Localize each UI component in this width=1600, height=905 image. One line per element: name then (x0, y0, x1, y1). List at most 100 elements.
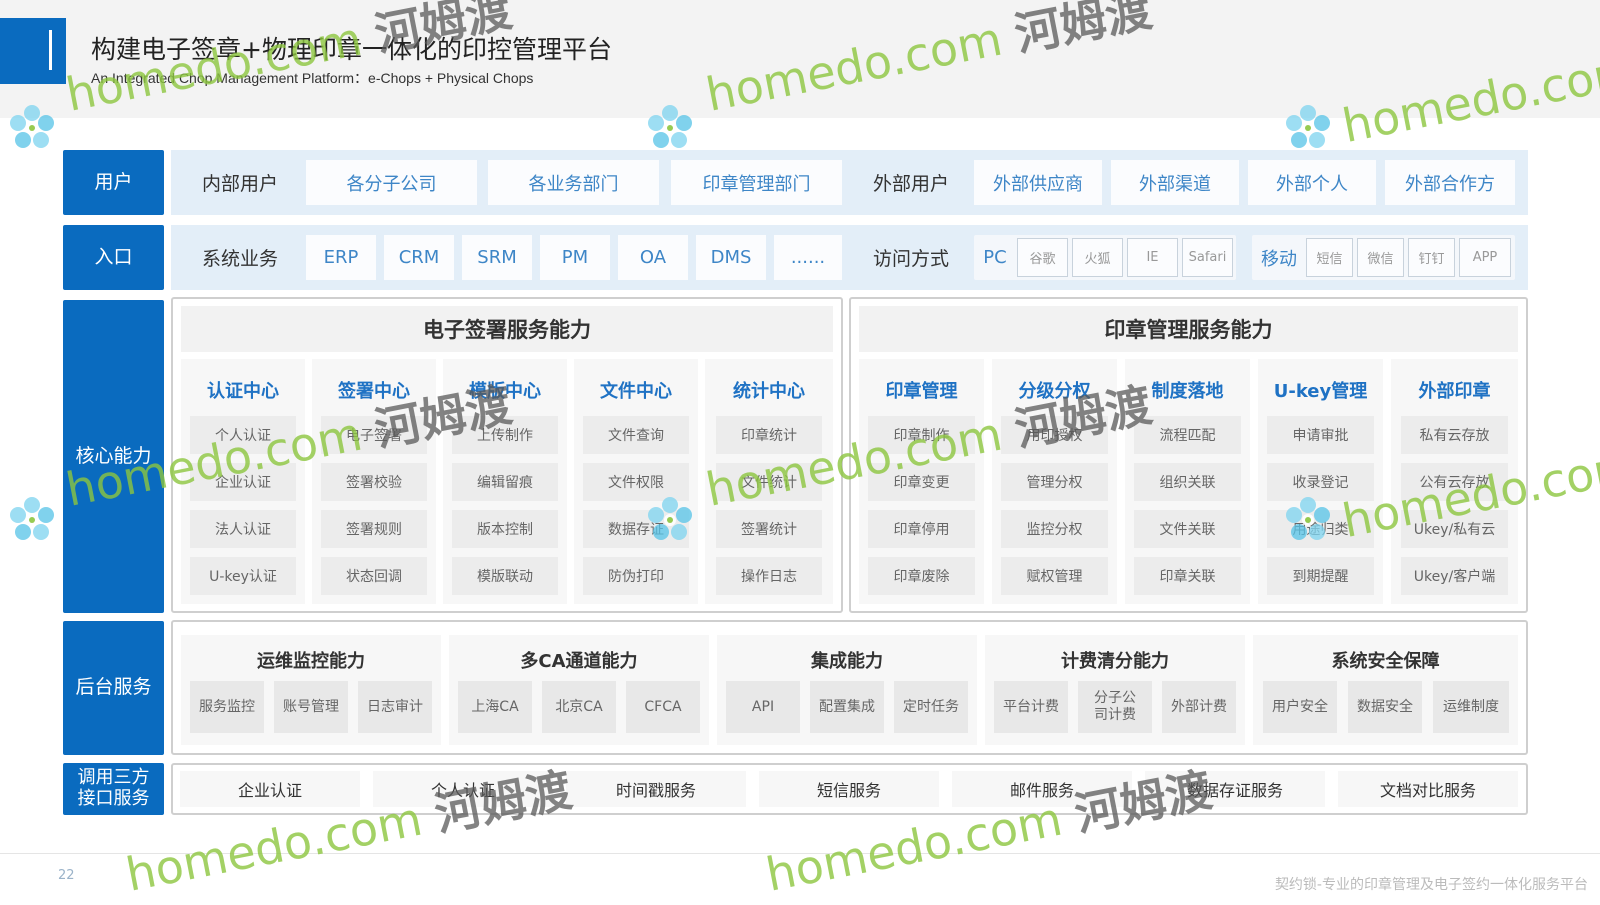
column-title: 统计中心 (733, 381, 805, 402)
third-party-item: 短信服务 (759, 771, 939, 807)
system-item: CRM (384, 235, 454, 280)
capability-cell: 数据存证 (583, 510, 689, 548)
backend-group-title: 多CA通道能力 (520, 651, 638, 672)
internal-user-label: 内部用户 (201, 173, 278, 195)
backend-cell: 定时任务 (894, 681, 968, 733)
capability-cell: 到期提醒 (1267, 557, 1374, 595)
third-party-item: 文档对比服务 (1338, 771, 1518, 807)
capability-cell: 组织关联 (1134, 463, 1241, 501)
capability-cell: 模版联动 (452, 557, 558, 595)
capability-cell: 申请审批 (1267, 416, 1374, 454)
capability-cell: 公有云存放 (1401, 463, 1508, 501)
capability-cell: Ukey/客户端 (1401, 557, 1508, 595)
backend-group-title: 系统安全保障 (1331, 651, 1440, 672)
header: 构建电子签章+物理印章一体化的印控管理平台 An Integrated Chop… (0, 0, 1600, 118)
footer-text: 契约锁-专业的印章管理及电子签约一体化服务平台 (1274, 877, 1588, 893)
column-title: U-key管理 (1273, 381, 1368, 402)
capability-cell: 防伪打印 (583, 557, 689, 595)
capability-cell: 文件关联 (1134, 510, 1241, 548)
title-accent (0, 18, 66, 84)
backend-cell: 服务监控 (190, 681, 264, 733)
capability-cell: 状态回调 (321, 557, 427, 595)
capability-cell: 企业认证 (190, 463, 296, 501)
third-party-item: 数据存证服务 (1145, 771, 1325, 807)
page-subtitle: An Integrated Chop Management Platform：e… (91, 70, 534, 86)
capability-cell: 签署统计 (716, 510, 822, 548)
mobile-item: 钉钉 (1408, 238, 1455, 277)
capability-cell: 用印授权 (1001, 416, 1108, 454)
capability-cell: 用途归类 (1267, 510, 1374, 548)
system-business-label: 系统业务 (201, 248, 278, 270)
backend-cell: 平台计费 (994, 681, 1068, 733)
capability-column: 签署中心 电子签署 签署校验 签署规则 状态回调 (312, 359, 436, 604)
mobile-item: 短信 (1306, 238, 1353, 277)
backend-cell: 日志审计 (358, 681, 432, 733)
capability-column: 认证中心 个人认证 企业认证 法人认证 U-key认证 (181, 359, 305, 604)
row-label-user: 用户 (63, 150, 164, 215)
backend-group: 多CA通道能力 上海CA 北京CA CFCA (449, 635, 709, 745)
system-item: ...... (774, 235, 842, 280)
capability-cell: 编辑留痕 (452, 463, 558, 501)
internal-user-item: 各业务部门 (488, 160, 659, 205)
backend-cell: 配置集成 (810, 681, 884, 733)
system-item: DMS (696, 235, 766, 280)
capability-column: U-key管理 申请审批 收录登记 用途归类 到期提醒 (1258, 359, 1383, 604)
capability-cell: 私有云存放 (1401, 416, 1508, 454)
seal-panel: 印章管理服务能力 印章管理 印章制作 印章变更 印章停用 印章废除 分级分权 用… (849, 297, 1528, 613)
pc-label: PC (983, 247, 1007, 268)
capability-column: 分级分权 用印授权 管理分权 监控分权 赋权管理 (992, 359, 1117, 604)
column-title: 签署中心 (338, 381, 410, 402)
backend-cell: 外部计费 (1162, 681, 1236, 733)
browser-item: 谷歌 (1017, 238, 1068, 277)
capability-cell: 文件权限 (583, 463, 689, 501)
capability-cell: 文件查询 (583, 416, 689, 454)
backend-cell: 北京CA (542, 681, 616, 733)
backend-group: 计费清分能力 平台计费 分子公司计费 外部计费 (985, 635, 1245, 745)
third-party-item: 企业认证 (180, 771, 360, 807)
capability-cell: 电子签署 (321, 416, 427, 454)
capability-cell: 赋权管理 (1001, 557, 1108, 595)
column-title: 印章管理 (885, 381, 958, 402)
capability-cell: 印章关联 (1134, 557, 1241, 595)
system-item: ERP (306, 235, 376, 280)
backend-group-title: 计费清分能力 (1061, 651, 1169, 672)
capability-cell: 流程匹配 (1134, 416, 1241, 454)
capability-cell: Ukey/私有云 (1401, 510, 1508, 548)
capability-column: 模版中心 上传制作 编辑留痕 版本控制 模版联动 (443, 359, 567, 604)
column-title: 文件中心 (600, 381, 672, 402)
capability-cell: 收录登记 (1267, 463, 1374, 501)
seal-panel-title: 印章管理服务能力 (859, 306, 1518, 352)
backend-group: 系统安全保障 用户安全 数据安全 运维制度 (1253, 635, 1518, 745)
capability-column: 印章管理 印章制作 印章变更 印章停用 印章废除 (859, 359, 984, 604)
capability-cell: 签署规则 (321, 510, 427, 548)
backend-group-title: 运维监控能力 (257, 651, 365, 672)
system-item: OA (618, 235, 688, 280)
capability-column: 文件中心 文件查询 文件权限 数据存证 防伪打印 (574, 359, 698, 604)
backend-group: 运维监控能力 服务监控 账号管理 日志审计 (181, 635, 441, 745)
capability-cell: 个人认证 (190, 416, 296, 454)
third-party-item: 时间戳服务 (566, 771, 746, 807)
capability-column: 统计中心 印章统计 文件统计 签署统计 操作日志 (705, 359, 833, 604)
capability-cell: 操作日志 (716, 557, 822, 595)
third-party-item: 个人认证 (373, 771, 553, 807)
mobile-item: 微信 (1357, 238, 1404, 277)
capability-column: 外部印章 私有云存放 公有云存放 Ukey/私有云 Ukey/客户端 (1391, 359, 1518, 604)
browser-item: Safari (1182, 238, 1233, 277)
third-party-item: 邮件服务 (952, 771, 1132, 807)
row-label-entry: 入口 (63, 225, 164, 290)
backend-group: 集成能力 API 配置集成 定时任务 (717, 635, 977, 745)
column-title: 认证中心 (207, 381, 279, 402)
column-title: 外部印章 (1418, 381, 1491, 402)
row-label-third-party: 调用三方接口服务 (63, 763, 164, 815)
capability-cell: 法人认证 (190, 510, 296, 548)
backend-cell: 账号管理 (274, 681, 348, 733)
external-user-item: 外部渠道 (1111, 160, 1239, 205)
backend-cell: 上海CA (458, 681, 532, 733)
capability-cell: 印章统计 (716, 416, 822, 454)
footer-divider (0, 853, 1600, 854)
column-title: 模版中心 (469, 381, 541, 402)
row-label-backend: 后台服务 (63, 621, 164, 755)
backend-group-title: 集成能力 (811, 651, 883, 672)
system-item: PM (540, 235, 610, 280)
capability-cell: 上传制作 (452, 416, 558, 454)
